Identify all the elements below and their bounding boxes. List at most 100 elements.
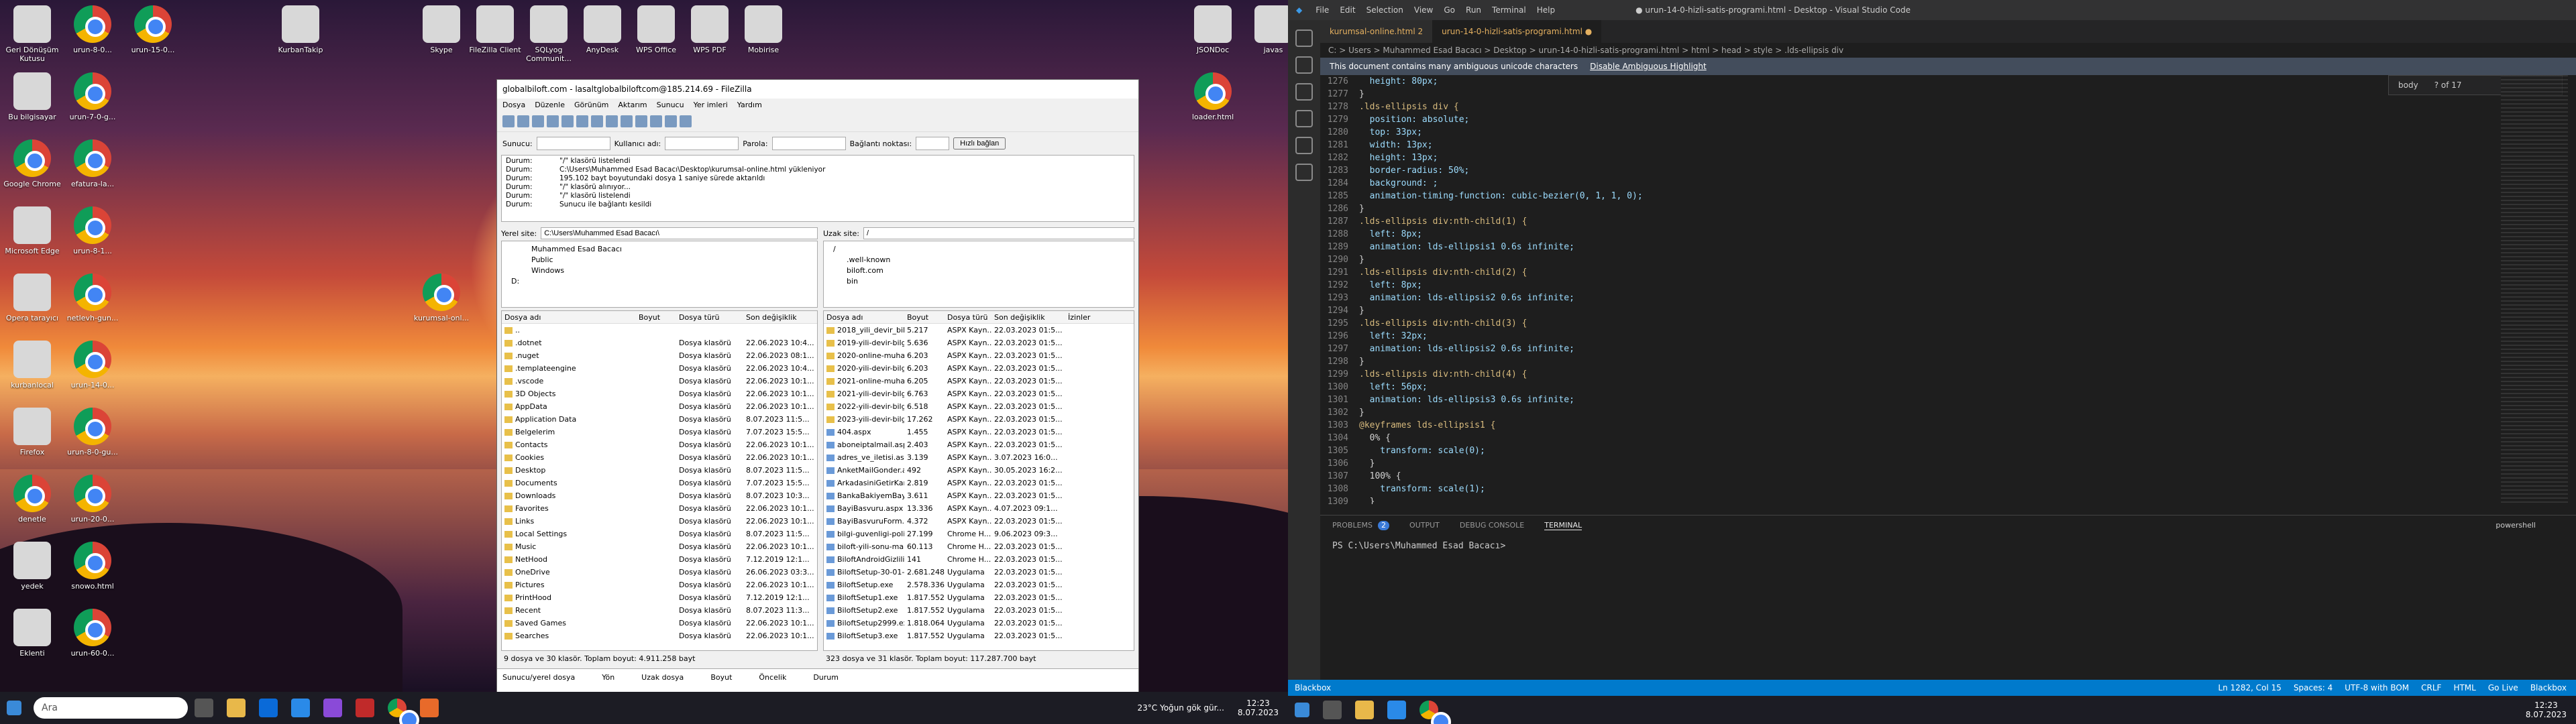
tree-item[interactable]: Windows	[504, 265, 814, 276]
panel-tab[interactable]: TERMINAL	[1544, 521, 1582, 530]
status-item[interactable]: Ln 1282, Col 15	[2218, 683, 2282, 692]
menu-item[interactable]: Run	[1466, 5, 1481, 15]
table-row[interactable]: BankaBakiyemBaysur...3.611 ASPX Kayn...22…	[824, 489, 1134, 502]
table-row[interactable]: Music Dosya klasörü 22.06.2023 10:1...	[502, 540, 817, 553]
table-row[interactable]: BiloftSetup1.exe 1.817.552 Uygulama 22.03.2…	[824, 591, 1134, 604]
menu-item[interactable]: Help	[1537, 5, 1555, 15]
search-icon[interactable]	[680, 115, 692, 127]
desktop-icon[interactable]: Mobirise	[731, 5, 796, 54]
chrome-taskbar-icon[interactable]	[388, 699, 419, 724]
desktop-icon[interactable]: urun-8-0-gu...	[60, 408, 125, 457]
table-row[interactable]: 2020-online-muhaseb...6.203 ASPX Kayn...2…	[824, 349, 1134, 362]
desktop-icon[interactable]: urun-20-0...	[60, 475, 125, 524]
column-header[interactable]: Son değişiklik	[743, 313, 817, 322]
desktop-icon[interactable]: urun-7-0-g...	[60, 72, 125, 121]
menu-item[interactable]: Yardım	[737, 101, 762, 109]
task-view-icon[interactable]	[195, 699, 213, 717]
table-row[interactable]: .vscode Dosya klasörü 22.06.2023 10:1...	[502, 375, 817, 387]
disable-highlight-link[interactable]: Disable Ambiguous Highlight	[1590, 62, 1707, 71]
menu-item[interactable]: Dosya	[502, 101, 525, 109]
table-row[interactable]: 2019-yili-devir-bilgi.as...5.636 ASPX Kay…	[824, 337, 1134, 349]
table-row[interactable]: BiloftSetup2999.exe1.818.064Uygulama 22.0…	[824, 617, 1134, 629]
desktop-icon[interactable]: yedek	[0, 542, 64, 591]
quickconnect-button[interactable]: Hızlı bağlan	[953, 137, 1006, 149]
explorer-icon[interactable]	[1295, 29, 1313, 47]
minimap[interactable]	[2501, 75, 2568, 504]
user-input[interactable]	[665, 137, 739, 150]
table-row[interactable]: AnketMailGonder.aspx492 ASPX Kayn...30.05…	[824, 464, 1134, 477]
table-row[interactable]: Pictures Dosya klasörü 22.06.2023 10:1...	[502, 579, 817, 591]
menu-item[interactable]: Sunucu	[657, 101, 684, 109]
tree-item[interactable]: biloft.com	[826, 265, 1131, 276]
blackbox-icon[interactable]	[1295, 164, 1313, 181]
table-row[interactable]: 2023-yili-devir-bilgi.as...17.262 ASPX Ka…	[824, 413, 1134, 426]
filter-icon[interactable]	[635, 115, 647, 127]
menu-item[interactable]: Aktarım	[618, 101, 647, 109]
desktop-icon[interactable]: Firefox	[0, 408, 64, 457]
panel-tab[interactable]: DEBUG CONSOLE	[1460, 521, 1524, 530]
desktop-icon[interactable]: kurbanlocal	[0, 341, 64, 389]
table-row[interactable]: BiloftSetup3.exe 1.817.552 Uygulama 22.03.2…	[824, 629, 1134, 642]
editor-tab[interactable]: kurumsal-online.html 2	[1320, 20, 1433, 43]
source-control-icon[interactable]	[1295, 83, 1313, 101]
column-header[interactable]: Dosya türü	[676, 313, 743, 322]
menu-item[interactable]: Selection	[1366, 5, 1403, 15]
desktop-icon[interactable]: kurumsal-onl...	[409, 274, 474, 322]
desktop-icon[interactable]: urun-60-0...	[60, 609, 125, 658]
start-icon[interactable]	[7, 701, 21, 715]
run-debug-icon[interactable]	[1295, 110, 1313, 127]
remote-file-list[interactable]: Dosya adı Boyut Dosya türü Son değişiklik İz…	[823, 310, 1134, 651]
store-icon[interactable]	[259, 699, 278, 717]
menu-item[interactable]: Düzenle	[535, 101, 565, 109]
table-row[interactable]: BayiBasvuruForm.aspx4.372 ASPX Kayn...22.…	[824, 515, 1134, 528]
find-input[interactable]: body	[2398, 80, 2418, 90]
table-row[interactable]: 3D Objects Dosya klasörü 22.06.2023 10:1..…	[502, 387, 817, 400]
table-row[interactable]: BiloftSetup.exe 2.578.336 Uygulama 22.03.20…	[824, 579, 1134, 591]
table-row[interactable]: adres_ve_iletisi.aspx3.139 ASPX Kayn...3.…	[824, 451, 1134, 464]
table-row[interactable]: Favorites Dosya klasörü 22.06.2023 10:1...	[502, 502, 817, 515]
pass-input[interactable]	[771, 137, 846, 150]
table-row[interactable]: .dotnet Dosya klasörü 22.06.2023 10:4...	[502, 337, 817, 349]
toggle-remote-icon[interactable]	[547, 115, 559, 127]
toggle-tree-icon[interactable]	[532, 115, 544, 127]
menu-item[interactable]: View	[1414, 5, 1433, 15]
vscode-taskbar-icon[interactable]	[1387, 701, 1406, 719]
table-row[interactable]: PrintHood Dosya klasörü 7.12.2019 12:1...	[502, 591, 817, 604]
search-taskbar-icon[interactable]	[1323, 701, 1342, 719]
menu-item[interactable]: File	[1316, 5, 1329, 15]
panel-tab[interactable]: PROBLEMS	[1332, 521, 1373, 530]
chrome-taskbar-icon[interactable]	[1419, 701, 1451, 724]
status-item[interactable]: HTML	[2453, 683, 2475, 692]
table-row[interactable]: ArkadasiniGetirKampa...2.819 ASPX Kayn...…	[824, 477, 1134, 489]
table-row[interactable]: Searches Dosya klasörü 22.06.2023 10:1...	[502, 629, 817, 642]
tree-item[interactable]: bin	[826, 276, 1131, 287]
filezilla-taskbar-icon[interactable]	[356, 699, 374, 717]
taskbar-search[interactable]: Ara	[34, 697, 188, 719]
clock[interactable]: 12:23 8.07.2023	[2526, 701, 2576, 719]
desktop-icon[interactable]: urun-15-0...	[121, 5, 185, 54]
table-row[interactable]: .nuget Dosya klasörü 22.06.2023 08:1...	[502, 349, 817, 362]
tree-item[interactable]: D:	[504, 276, 814, 287]
process-queue-icon[interactable]	[576, 115, 588, 127]
desktop-icon[interactable]: Google Chrome	[0, 139, 64, 188]
desktop-icon[interactable]: Eklenti	[0, 609, 64, 658]
table-row[interactable]: 2021-yili-devir-bilgi.as...6.763 ASPX Kay…	[824, 387, 1134, 400]
column-header[interactable]: Boyut	[904, 313, 945, 322]
table-row[interactable]: 2018_yili_devir_bilgi.as...5.217 ASPX Kay…	[824, 324, 1134, 337]
start-icon[interactable]	[1295, 703, 1309, 717]
remote-tree[interactable]: / .well-known biloft.com bin	[823, 241, 1134, 308]
table-row[interactable]: BiloftAndroidGizlilikP...141 Chrome H...2…	[824, 553, 1134, 566]
clock[interactable]: 12:23 8.07.2023	[1238, 699, 1288, 717]
toggle-log-icon[interactable]	[517, 115, 529, 127]
desktop-icon[interactable]: Bu bilgisayar	[0, 72, 64, 121]
menu-item[interactable]: Terminal	[1492, 5, 1526, 15]
editor-tab[interactable]: urun-14-0-hizli-satis-programi.html ●	[1432, 20, 1602, 43]
table-row[interactable]: 2020-yili-devir-bilgi.as...6.203 ASPX Kay…	[824, 362, 1134, 375]
status-item[interactable]: CRLF	[2421, 683, 2441, 692]
table-row[interactable]: Cookies Dosya klasörü 22.06.2023 10:1...	[502, 451, 817, 464]
firefox-taskbar-icon[interactable]	[420, 699, 439, 717]
table-row[interactable]: Contacts Dosya klasörü 22.06.2023 10:1...	[502, 438, 817, 451]
desktop-icon[interactable]: Opera tarayıcı	[0, 274, 64, 322]
search-icon[interactable]	[1295, 56, 1313, 74]
status-item[interactable]: Go Live	[2488, 683, 2518, 692]
